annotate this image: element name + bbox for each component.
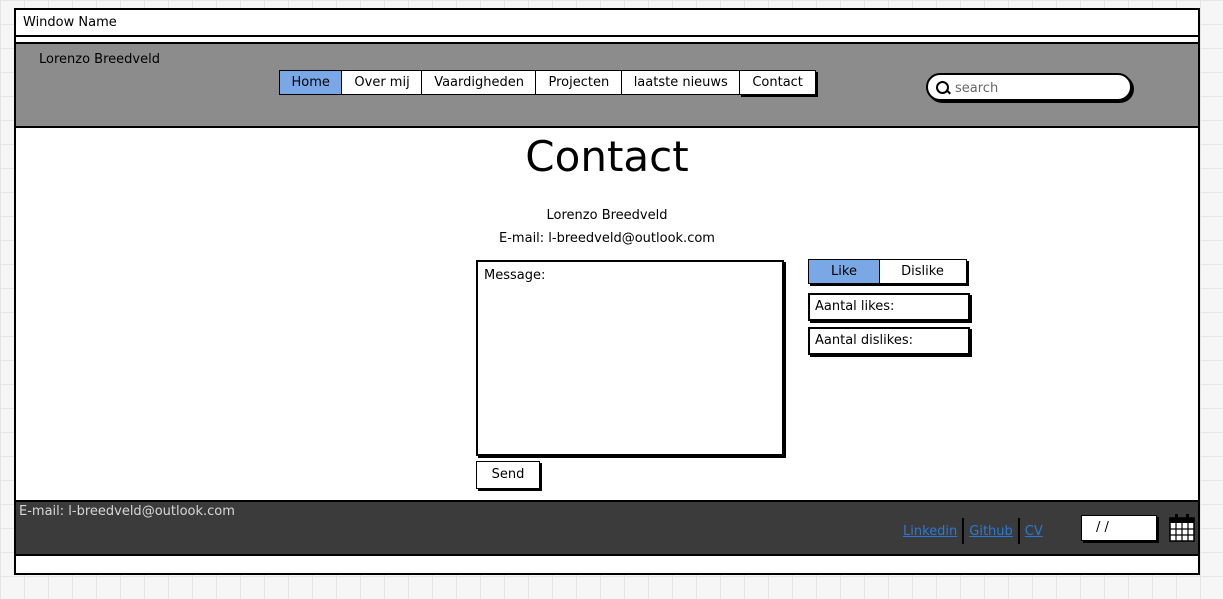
search-box[interactable]	[926, 73, 1132, 101]
nav-item-projecten[interactable]: Projecten	[535, 70, 623, 95]
site-footer: E-mail: l-breedveld@outlook.com Linkedin…	[16, 500, 1198, 556]
search-icon	[936, 81, 949, 94]
dislikes-count: Aantal dislikes:	[808, 327, 970, 355]
page-title: Contact	[525, 132, 689, 181]
footer-links: Linkedin Github CV	[898, 518, 1048, 544]
contact-email: E-mail: l-breedveld@outlook.com	[499, 231, 715, 246]
nav-item-vaardigheden[interactable]: Vaardigheden	[421, 70, 537, 95]
message-field[interactable]	[476, 260, 784, 456]
site-header: Lorenzo Breedveld Home Over mij Vaardigh…	[16, 42, 1198, 128]
date-field[interactable]: / /	[1081, 515, 1157, 541]
nav-item-laatste-nieuws[interactable]: laatste nieuws	[620, 70, 741, 95]
footer-email: E-mail: l-breedveld@outlook.com	[19, 504, 235, 519]
site-brand: Lorenzo Breedveld	[39, 52, 160, 67]
browser-window: Window Name Lorenzo Breedveld Home Over …	[14, 8, 1200, 575]
like-button[interactable]: Like	[808, 259, 880, 284]
search-input[interactable]	[953, 78, 1127, 98]
likes-count: Aantal likes:	[808, 293, 970, 321]
nav-item-home[interactable]: Home	[278, 70, 343, 95]
window-title: Window Name	[16, 10, 1198, 37]
main-nav: Home Over mij Vaardigheden Projecten laa…	[278, 70, 816, 95]
nav-item-over-mij[interactable]: Over mij	[341, 70, 423, 95]
send-button[interactable]: Send	[476, 461, 540, 489]
link-linkedin[interactable]: Linkedin	[898, 524, 962, 539]
link-cv[interactable]: CV	[1020, 524, 1048, 539]
link-github[interactable]: Github	[964, 524, 1018, 539]
dislike-button[interactable]: Dislike	[878, 259, 967, 284]
contact-name: Lorenzo Breedveld	[546, 208, 668, 223]
vote-toggle: Like Dislike	[808, 259, 967, 284]
calendar-icon[interactable]	[1168, 513, 1196, 543]
nav-item-contact[interactable]: Contact	[739, 70, 816, 95]
